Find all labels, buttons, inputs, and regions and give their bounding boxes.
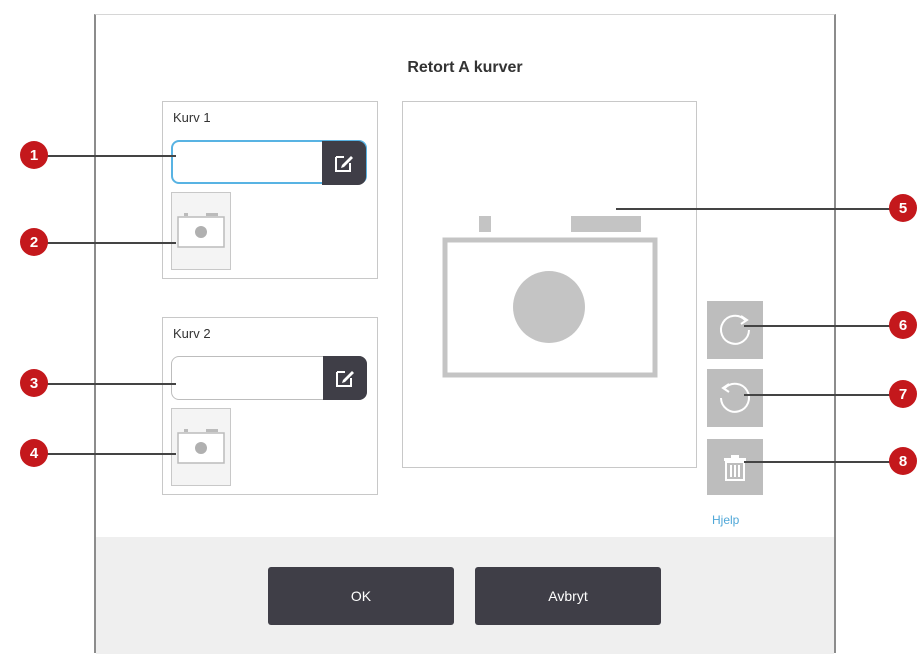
delete-image-button[interactable] bbox=[707, 439, 763, 495]
camera-icon bbox=[442, 216, 658, 378]
dialog-title: Retort A kurver bbox=[407, 59, 523, 76]
basket-1-name-input[interactable] bbox=[171, 140, 367, 185]
cancel-button[interactable]: Avbryt bbox=[475, 567, 661, 625]
rotate-counterclockwise-icon bbox=[720, 382, 750, 413]
callout-line-6 bbox=[744, 325, 906, 327]
pencil-edit-icon bbox=[336, 371, 354, 387]
callout-badge-7: 7 bbox=[889, 380, 917, 408]
callout-badge-1: 1 bbox=[20, 141, 48, 169]
callout-badge-5: 5 bbox=[889, 194, 917, 222]
pencil-edit-icon bbox=[335, 156, 353, 172]
callout-badge-6: 6 bbox=[889, 311, 917, 339]
basket-2-panel: Kurv 2 bbox=[162, 317, 378, 495]
basket-1-edit-button[interactable] bbox=[322, 141, 366, 185]
trash-icon bbox=[724, 455, 746, 481]
dialog: Retort A kurver Kurv 1 Kurv 2 Hjelp OK A… bbox=[94, 14, 836, 654]
callout-badge-8: 8 bbox=[889, 447, 917, 475]
basket-2-edit-button[interactable] bbox=[323, 356, 367, 400]
basket-2-thumbnail[interactable] bbox=[171, 408, 231, 486]
help-link[interactable]: Hjelp bbox=[712, 513, 739, 527]
callout-line-7 bbox=[744, 394, 906, 396]
rotate-clockwise-button[interactable] bbox=[707, 301, 763, 359]
ok-button[interactable]: OK bbox=[268, 567, 454, 625]
callout-badge-2: 2 bbox=[20, 228, 48, 256]
basket-2-label: Kurv 2 bbox=[173, 326, 211, 341]
basket-1-panel: Kurv 1 bbox=[162, 101, 378, 279]
dialog-footer: OK Avbryt bbox=[96, 537, 834, 654]
rotate-counterclockwise-button[interactable] bbox=[707, 369, 763, 427]
callout-line-8 bbox=[744, 461, 906, 463]
callout-line-5 bbox=[616, 208, 906, 210]
callout-badge-4: 4 bbox=[20, 439, 48, 467]
callout-badge-3: 3 bbox=[20, 369, 48, 397]
basket-image-preview bbox=[402, 101, 697, 468]
camera-icon bbox=[177, 213, 225, 248]
basket-1-label: Kurv 1 bbox=[173, 110, 211, 125]
basket-2-name-input[interactable] bbox=[171, 356, 367, 400]
camera-icon bbox=[177, 429, 225, 464]
basket-1-thumbnail[interactable] bbox=[171, 192, 231, 270]
rotate-clockwise-icon bbox=[720, 314, 750, 345]
